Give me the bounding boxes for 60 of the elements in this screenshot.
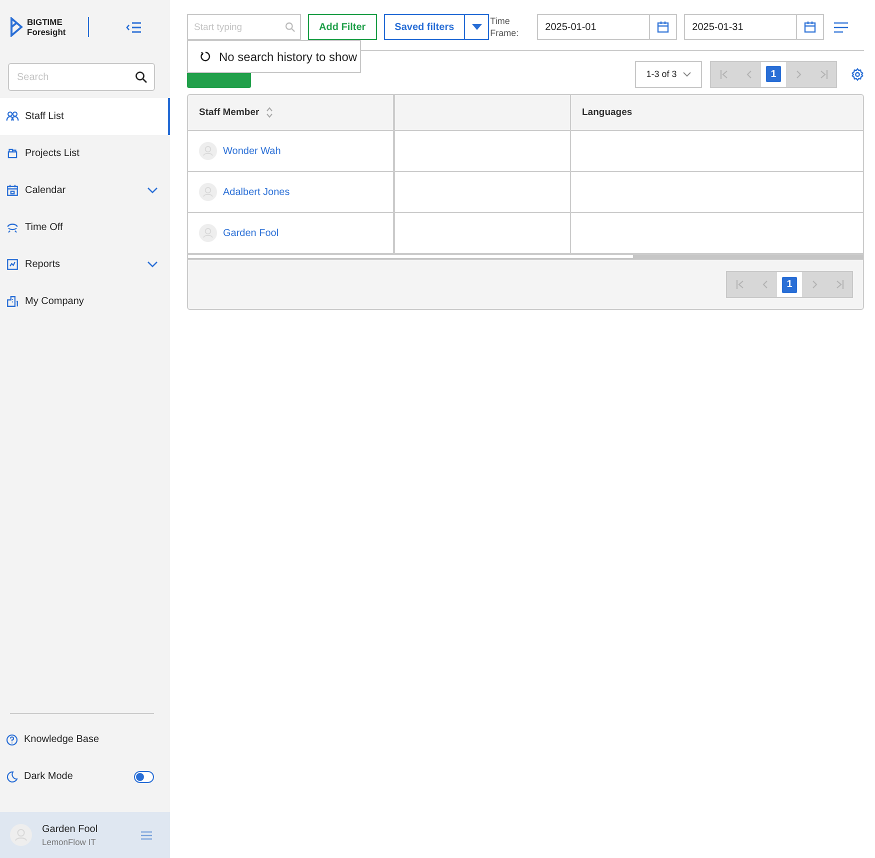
last-page-icon[interactable] <box>836 280 844 289</box>
settings-icon[interactable] <box>851 68 864 80</box>
previous-page-icon[interactable] <box>760 280 768 289</box>
company-name: LemonFlow IT <box>42 836 97 846</box>
dark-mode-toggle[interactable] <box>134 770 154 782</box>
folder-icon <box>6 147 19 160</box>
nav-item[interactable]: Reports <box>0 246 170 283</box>
report-icon <box>6 258 19 271</box>
date-field[interactable]: 2025-01-31 <box>684 14 824 40</box>
chevron-down-icon <box>147 187 158 194</box>
staff-name-link[interactable]: Garden Fool <box>223 228 279 238</box>
date-field[interactable]: 2025-01-01 <box>537 14 678 40</box>
search-icon <box>285 22 295 32</box>
page-number-button[interactable]: 1 <box>766 66 781 82</box>
plane-icon <box>6 221 19 234</box>
nav-item[interactable]: Projects List <box>0 135 170 172</box>
nav-item[interactable]: My Company <box>0 283 170 320</box>
page-size-dropdown[interactable]: 1-3 of 3 <box>635 60 702 88</box>
first-page-icon[interactable] <box>736 280 744 289</box>
avatar-icon <box>199 183 217 201</box>
chevron-down-icon <box>147 261 158 268</box>
caret-down-icon <box>472 24 482 30</box>
staff-name-link[interactable]: Adalbert Jones <box>223 186 290 198</box>
nav-item[interactable]: Time Off <box>0 209 170 246</box>
chevron-down-icon <box>682 72 691 76</box>
next-page-icon[interactable] <box>810 280 818 289</box>
nav-item[interactable]: Calendar <box>0 172 170 209</box>
user-name: Garden Fool <box>42 824 99 834</box>
calendar-icon <box>6 184 19 197</box>
help-icon <box>6 734 18 746</box>
sort-icon[interactable] <box>266 107 274 118</box>
logo-text: BIGTIME Foresight <box>27 17 66 37</box>
avatar-icon <box>199 142 217 160</box>
logo-icon <box>10 17 23 37</box>
collapse-menu-icon[interactable] <box>126 22 142 32</box>
menu-icon[interactable] <box>834 22 848 32</box>
scrollbar[interactable] <box>188 254 863 259</box>
staff-name-link[interactable]: Wonder Wah <box>223 146 281 156</box>
next-page-icon[interactable] <box>794 70 802 78</box>
calendar-icon <box>657 21 670 33</box>
search-icon <box>135 71 147 83</box>
moon-icon <box>6 770 18 782</box>
history-icon <box>200 51 211 62</box>
avatar-icon <box>199 224 217 242</box>
first-page-icon[interactable] <box>720 70 728 78</box>
search-field[interactable]: Start typing <box>187 14 301 40</box>
time-frame-label: Time Frame: <box>490 15 520 39</box>
avatar-icon <box>10 824 32 846</box>
calendar-icon <box>804 21 816 33</box>
page-number-button[interactable]: 1 <box>782 276 797 292</box>
last-page-icon[interactable] <box>820 70 828 78</box>
search-field[interactable]: Search <box>8 63 155 91</box>
building-icon <box>6 295 19 308</box>
knowledge-base-link[interactable]: Knowledge Base <box>0 721 170 758</box>
empty-history-message: No search history to show <box>219 50 358 64</box>
people-icon <box>6 110 19 123</box>
dark-mode-label: Dark Mode <box>24 771 74 782</box>
menu-icon[interactable] <box>141 830 152 840</box>
previous-page-icon[interactable] <box>744 70 752 78</box>
nav-item[interactable]: Staff List <box>0 98 170 135</box>
